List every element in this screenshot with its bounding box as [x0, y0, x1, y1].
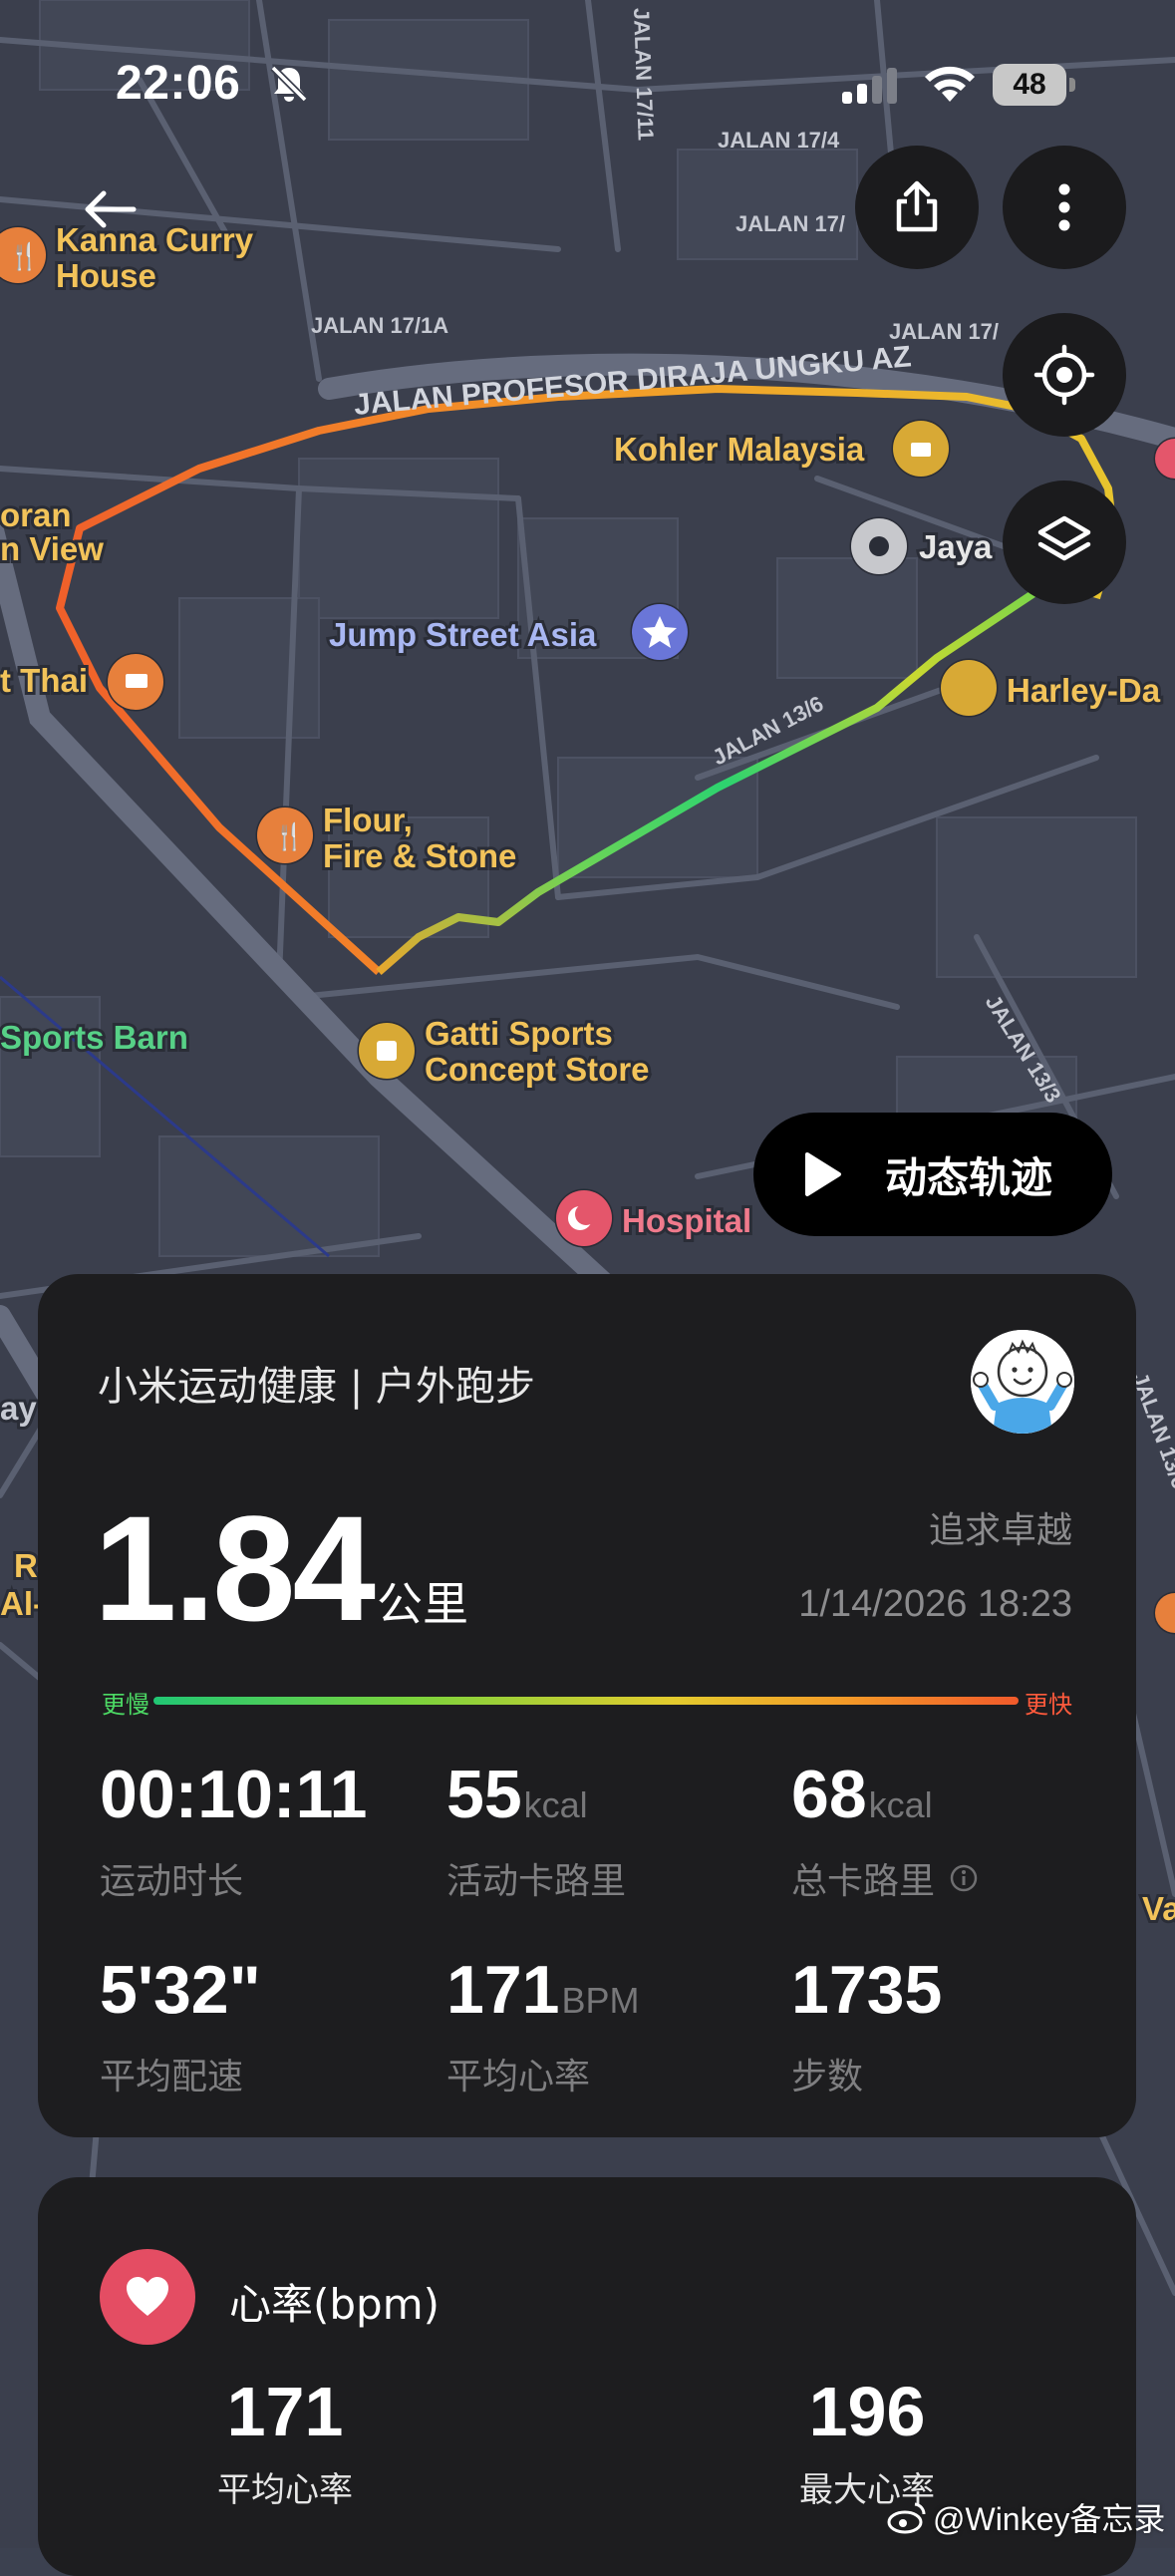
stat-value: 68 — [791, 1757, 867, 1832]
poi-oran[interactable]: oran — [0, 493, 75, 536]
avatar[interactable] — [971, 1330, 1074, 1434]
pace-slower-label: 更慢 — [102, 1691, 149, 1719]
poi-flour-fire-stone-line2[interactable]: Fire & Stone — [320, 834, 519, 877]
hr-average-value: 171 — [226, 2373, 344, 2450]
poi-kanna-curry-line2[interactable]: House — [53, 254, 159, 297]
avatar-illustration — [971, 1330, 1074, 1434]
stat-unit: kcal — [868, 1784, 933, 1825]
motto-text: 追求卓越 — [928, 1510, 1072, 1551]
stat-avg-heart-rate: 171BPM 平均心率 — [446, 1956, 639, 2099]
pace-legend-bar — [153, 1697, 1019, 1705]
replay-track-button[interactable]: 动态轨迹 — [753, 1113, 1112, 1236]
stat-label: 平均配速 — [100, 2057, 244, 2097]
heart-badge — [100, 2249, 195, 2345]
bell-muted-icon — [270, 65, 308, 103]
stat-unit: BPM — [561, 1980, 640, 2021]
stat-value: 55 — [446, 1757, 522, 1832]
stat-avg-pace: 5'32" 平均配速 — [100, 1956, 263, 2099]
back-arrow-icon[interactable] — [78, 177, 142, 241]
layers-icon — [1037, 515, 1091, 561]
status-time: 22:06 — [116, 57, 241, 110]
stat-label: 活动卡路里 — [446, 1861, 627, 1902]
stat-steps: 1735 步数 — [791, 1956, 944, 2099]
distance-display: 1.84公里 — [94, 1493, 468, 1643]
svg-text:🍴: 🍴 — [8, 241, 40, 272]
poi-kohler[interactable]: Kohler Malaysia — [611, 428, 868, 471]
info-icon[interactable] — [949, 1863, 979, 1893]
locate-button[interactable] — [1003, 313, 1126, 437]
map-edge-label: ay — [0, 1390, 37, 1427]
distance-unit: 公里 — [376, 1577, 468, 1631]
stat-label: 步数 — [791, 2057, 864, 2097]
distance-value: 1.84 — [94, 1484, 376, 1652]
share-icon — [896, 180, 938, 232]
poi-jump-street-asia[interactable]: Jump Street Asia — [326, 613, 600, 656]
poi-gatti-sports-line2[interactable]: Concept Store — [422, 1048, 653, 1091]
layers-button[interactable] — [1003, 481, 1126, 604]
poi-jaya[interactable]: Jaya — [916, 525, 996, 568]
poi-oran-view[interactable]: n View — [0, 527, 107, 570]
watermark: @Winkey备忘录 — [887, 2494, 1165, 2540]
street-label: JALAN 17/1A — [311, 313, 448, 338]
hr-max: 196 最大心率 — [737, 2377, 997, 2511]
hr-average: 171 平均心率 — [155, 2377, 415, 2511]
cellular-signal-icon — [842, 68, 897, 104]
street-label: JALAN 17/ — [735, 211, 845, 236]
hr-average-label: 平均心率 — [217, 2470, 353, 2510]
workout-summary-card: 小米运动健康 | 户外跑步 1.84公里 追求卓越 1/14/2026 18:2… — [38, 1274, 1136, 2137]
stat-value: 1735 — [791, 1952, 943, 2028]
stat-label: 总卡路里 — [791, 1861, 936, 1902]
stat-duration: 00:10:11 运动时长 — [100, 1761, 369, 1904]
poi-hospital[interactable]: Hospital — [619, 1199, 754, 1242]
more-options-button[interactable] — [1003, 146, 1126, 269]
heart-icon — [127, 2277, 168, 2316]
stat-value: 00:10:11 — [100, 1757, 368, 1832]
poi-gatti-sports[interactable]: Gatti Sports — [422, 1012, 616, 1055]
heart-rate-title: 心率(bpm) — [229, 2280, 441, 2329]
map-edge-label: R — [14, 1547, 38, 1584]
svg-text:🍴: 🍴 — [273, 821, 305, 852]
watermark-text: @Winkey备忘录 — [933, 2501, 1166, 2537]
play-icon — [805, 1152, 841, 1196]
stat-value: 171 — [446, 1952, 560, 2028]
stat-value: 5'32" — [100, 1952, 261, 2028]
stat-label: 平均心率 — [446, 2057, 591, 2097]
pace-faster-label: 更快 — [1025, 1691, 1072, 1719]
wifi-icon — [925, 66, 975, 102]
replay-track-label: 动态轨迹 — [885, 1152, 1053, 1202]
stat-active-calories: 55kcal 活动卡路里 — [446, 1761, 626, 1904]
share-button[interactable] — [855, 146, 979, 269]
more-vertical-icon — [1058, 183, 1070, 231]
stat-total-calories: 68kcal 总卡路里 — [791, 1761, 979, 1904]
stat-unit: kcal — [523, 1784, 588, 1825]
locate-icon — [1033, 344, 1095, 406]
poi-harley[interactable]: Harley-Da — [1004, 669, 1164, 712]
weibo-logo-icon — [887, 2502, 926, 2534]
poi-sports-barn[interactable]: Sports Barn — [0, 1016, 191, 1059]
hr-max-value: 196 — [808, 2373, 926, 2450]
poi-flour-fire-stone[interactable]: Flour, — [320, 799, 416, 841]
workout-title: 小米运动健康 | 户外跑步 — [98, 1364, 535, 1410]
map-edge-label: Va — [1142, 1890, 1175, 1927]
poi-thai[interactable]: t Thai — [0, 659, 91, 702]
battery-level: 48 — [993, 64, 1066, 106]
workout-datetime: 1/14/2026 18:23 — [798, 1583, 1072, 1625]
battery-indicator: 48 — [993, 64, 1076, 106]
status-bar: 22:06 48 — [0, 0, 1175, 150]
stat-label: 运动时长 — [100, 1861, 244, 1902]
